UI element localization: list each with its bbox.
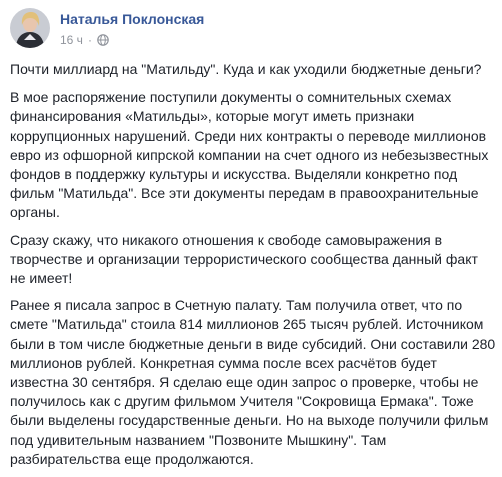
post-paragraph: Сразу скажу, что никакого отношения к св… <box>10 231 478 287</box>
author-name-link[interactable]: Наталья Поклонская <box>60 10 204 28</box>
facebook-post: Наталья Поклонская 16 ч · Почти миллиард… <box>0 0 502 467</box>
post-meta: Наталья Поклонская 16 ч · <box>60 8 204 48</box>
globe-icon[interactable] <box>97 34 109 46</box>
avatar-image <box>10 8 50 48</box>
post-timestamp[interactable]: 16 ч <box>60 32 83 48</box>
post-paragraph: Ранее я писала запрос в Счетную палату. … <box>10 297 496 467</box>
post-header: Наталья Поклонская 16 ч · <box>10 8 204 52</box>
post-paragraph: В мое распоряжение поступили документы о… <box>10 89 489 221</box>
post-text: Почти миллиард на "Матильду". Куда и как… <box>10 60 496 477</box>
post-paragraph: Почти миллиард на "Матильду". Куда и как… <box>10 61 482 77</box>
post-subline: 16 ч · <box>60 32 204 48</box>
author-avatar[interactable] <box>10 8 50 48</box>
meta-separator: · <box>87 33 92 47</box>
